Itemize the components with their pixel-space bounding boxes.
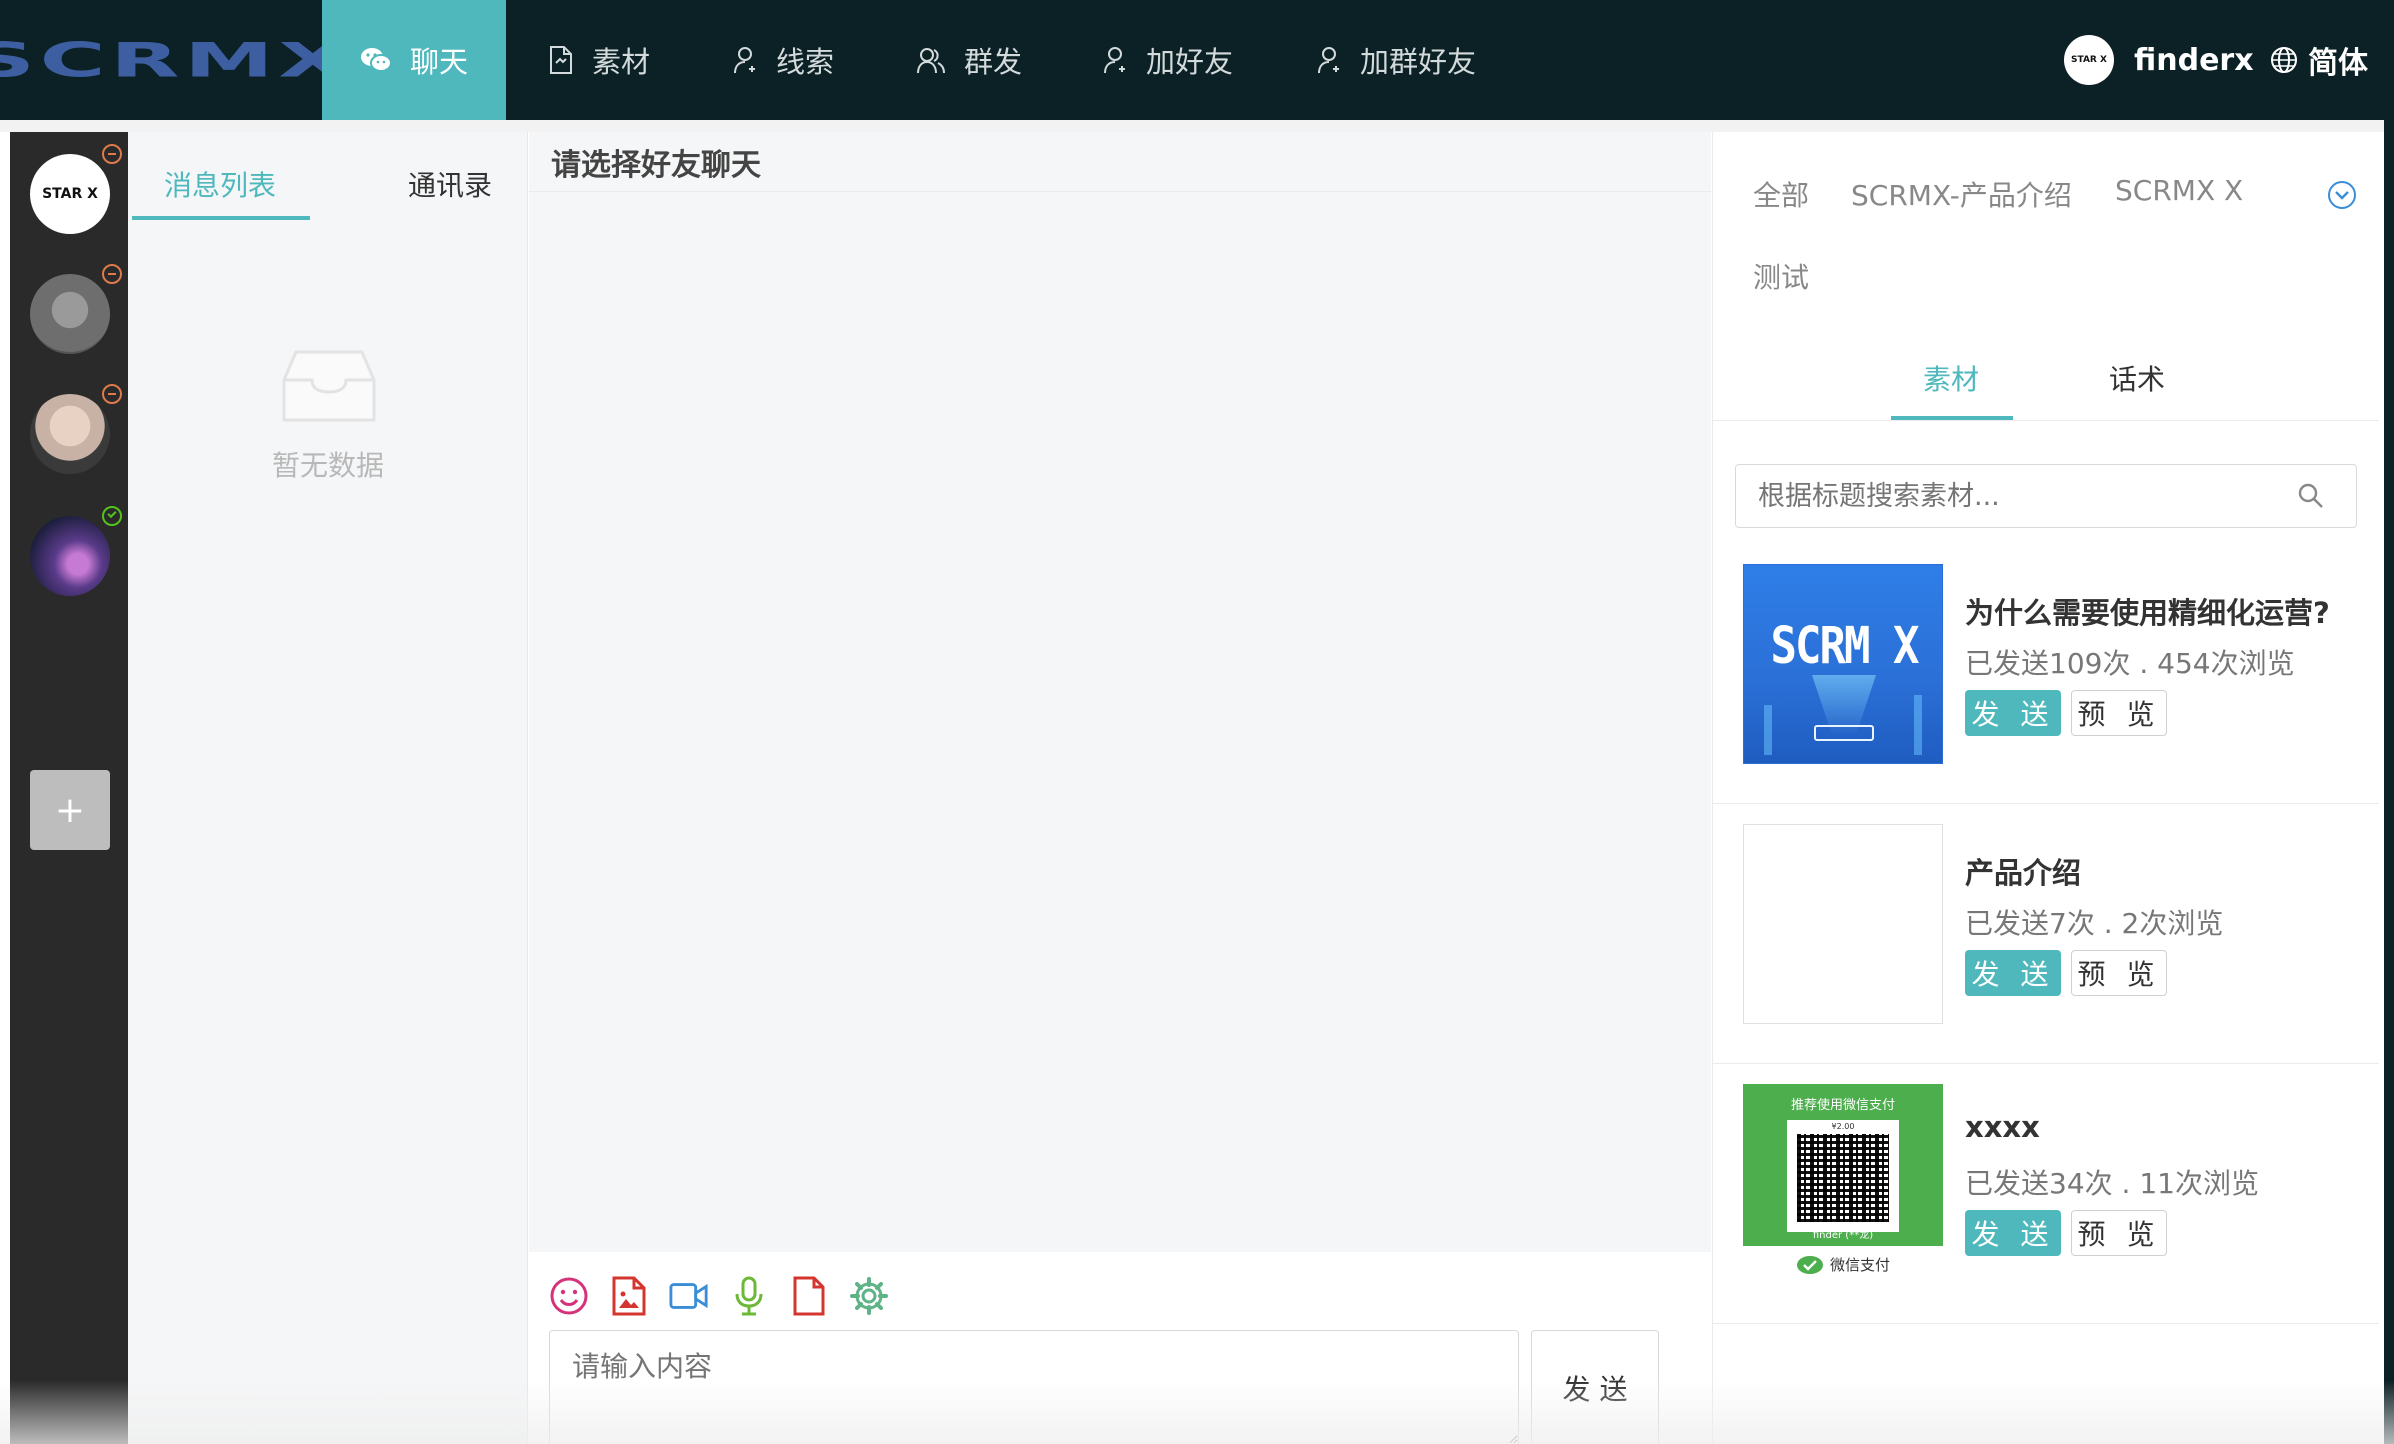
app-logo[interactable]: SCRMX [0,0,347,120]
nav-add-group-friend[interactable]: 加群好友 [1316,0,1476,120]
chevron-down-icon[interactable] [2327,180,2357,210]
composer-toolbar [549,1276,909,1316]
payee-name: finder (**龙) [1812,1230,1874,1241]
user-name: finderx [2134,42,2254,78]
file-icon[interactable] [789,1276,829,1316]
tab-active-indicator [132,216,310,220]
add-group-user-icon [1318,47,1339,74]
video-icon[interactable] [669,1276,709,1316]
group-test[interactable]: 测试 [1753,256,1809,296]
globe-icon [2271,47,2297,73]
tab-scripts[interactable]: 话术 [2109,358,2165,398]
send-material-button[interactable]: 发 送 [1965,1210,2061,1256]
nav-add-friend-label: 加好友 [1146,45,1234,79]
wechat-pay-icon [1796,1255,1823,1274]
search-icon[interactable] [2297,482,2325,510]
send-material-button[interactable]: 发 送 [1965,950,2061,996]
nav-chat[interactable]: 聊天 [322,0,506,120]
online-badge-icon [102,506,122,526]
user-icon [734,47,755,74]
preview-material-button[interactable]: 预 览 [2071,690,2167,736]
nav-materials[interactable]: 素材 [548,0,650,120]
empty-state-text: 暂无数据 [271,449,384,482]
language-switcher[interactable]: 简体 [2270,30,2368,90]
material-search-input[interactable] [1735,464,2357,528]
thumbnail-title: SCRM X [1770,617,1920,676]
material-stats: 已发送34次 . 11次浏览 [1965,1167,2259,1200]
wechat-pay-headline: 推荐使用微信支付 [1790,1098,1895,1113]
add-user-icon [1104,47,1125,74]
document-icon [550,46,572,74]
material-card[interactable]: SCRM X 为什么需要使用精细化运营? 已发送109次 . 454次浏览 发 … [1713,544,2379,804]
image-icon[interactable] [609,1276,649,1316]
contacts-panel: 消息列表 通讯录 暂无数据 [128,132,528,1444]
offline-badge-icon [102,264,122,284]
topbar-divider [0,120,2394,132]
material-stats: 已发送109次 . 454次浏览 [1965,647,2295,680]
nav-add-group-friend-label: 加群好友 [1360,45,1477,79]
settings-icon[interactable] [849,1276,889,1316]
send-message-button[interactable]: 发 送 [1531,1330,1659,1444]
group-scrmx-x[interactable]: SCRMX X [2115,174,2243,207]
emoji-icon[interactable] [549,1276,589,1316]
user-menu[interactable]: STAR X finderx [2064,30,2254,90]
account-avatar-1[interactable]: STAR X [30,154,110,234]
top-nav-bar: SCRMX 聊天 素材 线索 群发 加好友 加群好友 STAR X finder… [0,0,2394,120]
account-avatar-4[interactable] [30,516,110,596]
user-avatar: STAR X [2064,35,2114,85]
account-avatar-3[interactable] [30,394,110,474]
wechat-icon [360,48,392,72]
add-account-button[interactable]: + [30,770,110,850]
chat-composer: 发 送 [529,1252,1711,1444]
nav-leads-label: 线索 [776,45,835,79]
preview-material-button[interactable]: 预 览 [2071,1210,2167,1256]
preview-material-button[interactable]: 预 览 [2071,950,2167,996]
material-card[interactable]: 产品介绍 已发送7次 . 2次浏览 发 送 预 览 [1713,804,2379,1064]
microphone-icon[interactable] [729,1276,769,1316]
tab-divider [1713,420,2379,421]
wechat-pay-brand: 微信支付 [1743,1254,1943,1275]
users-icon [917,48,945,74]
qr-amount: ¥2.00 [1831,1122,1855,1131]
nav-broadcast[interactable]: 群发 [916,0,1022,120]
account-sidebar: STAR X + [10,132,128,1444]
decor-bar [1764,705,1772,755]
account-avatar-2[interactable] [30,274,110,354]
message-input[interactable] [549,1330,1519,1444]
wechat-pay-brand-label: 微信支付 [1829,1256,1890,1274]
group-product-intro[interactable]: SCRMX-产品介绍 [1851,174,2072,214]
chat-panel: 请选择好友聊天 发 送 [529,132,1711,1444]
decor-bar [1914,695,1922,755]
tab-materials[interactable]: 素材 [1923,358,1979,398]
group-all[interactable]: 全部 [1753,174,1809,214]
phone-shape [1814,725,1874,741]
nav-add-friend[interactable]: 加好友 [1102,0,1233,120]
tab-message-list[interactable]: 消息列表 [164,154,276,214]
material-thumbnail: 推荐使用微信支付 ¥2.00 finder (**龙) 微信支付 [1743,1084,1943,1284]
material-title: 为什么需要使用精细化运营? [1965,596,2330,630]
material-title: xxxx [1965,1110,2040,1144]
nav-materials-label: 素材 [592,45,651,79]
material-thumbnail: SCRM X [1743,564,1943,764]
nav-broadcast-label: 群发 [964,45,1023,79]
nav-chat-label: 聊天 [409,45,468,79]
language-label: 简体 [2308,46,2368,81]
offline-badge-icon [102,384,122,404]
tab-address-book[interactable]: 通讯录 [408,154,492,214]
offline-badge-icon [102,144,122,164]
material-card[interactable]: 推荐使用微信支付 ¥2.00 finder (**龙) 微信支付 xxxx 已发… [1713,1064,2379,1324]
material-thumbnail [1743,824,1943,1024]
window-edge [2384,0,2394,1444]
material-stats: 已发送7次 . 2次浏览 [1965,907,2224,940]
nav-leads[interactable]: 线索 [732,0,834,120]
qr-code [1797,1134,1889,1222]
empty-inbox-icon [282,350,376,422]
send-material-button[interactable]: 发 送 [1965,690,2061,736]
material-title: 产品介绍 [1965,856,2082,890]
qr-code-frame: ¥2.00 [1787,1120,1899,1232]
material-panel: 全部 SCRMX-产品介绍 SCRMX X 测试 素材 话术 SCRM X 为什… [1712,132,2379,1444]
chat-title: 请选择好友聊天 [529,132,1711,192]
